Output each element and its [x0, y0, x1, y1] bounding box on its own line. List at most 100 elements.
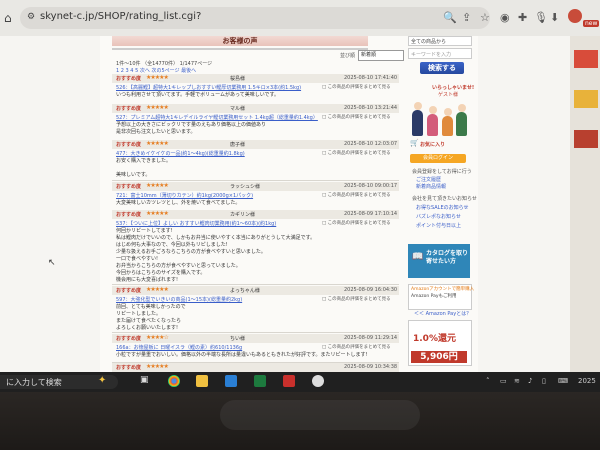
cart-icon[interactable]: 🛒 [410, 139, 419, 147]
extension-icon[interactable]: ✚ [518, 11, 527, 24]
download-icon[interactable]: ⬇ [550, 11, 559, 24]
review-label: おすすめ度 [116, 76, 142, 82]
chevron-up-icon[interactable]: ˄ [486, 377, 490, 385]
see-all-link[interactable]: □ この商品の評価をまとめて見る [322, 296, 391, 302]
login-button[interactable]: 会員ログイン [410, 154, 466, 163]
search-input[interactable]: キーワードを入力 [408, 48, 472, 59]
review-text: お安く購入できました。 [116, 158, 172, 164]
points-rate: 1.0%還元 [413, 334, 456, 344]
search-category-select[interactable]: 全ての商品から [408, 36, 472, 46]
reviewer-name: ラッシュシ様 [230, 184, 261, 190]
mic-icon[interactable]: 🎙 [534, 11, 548, 24]
review-label: おすすめ度 [116, 142, 142, 148]
star-icon[interactable]: ☆ [480, 11, 490, 24]
side-banner-block[interactable] [574, 90, 598, 108]
catalog-banner[interactable]: 📖 カタログを取り寄せたい方 [408, 244, 470, 278]
product-link[interactable]: 597：大強化型でいきいの商品(1～15本)(総重量約2kg) [116, 296, 242, 303]
see-all-link[interactable]: □ この商品の評価をまとめて見る [322, 344, 391, 350]
page-title: お客様の声 [112, 36, 368, 46]
review-header: おすすめ度 ★★★★★ よっちゃん様 2025-08-09 16:04:30 [112, 286, 399, 295]
review-label: おすすめ度 [116, 365, 142, 371]
new-items-link[interactable]: 新着商品情報 [416, 183, 446, 190]
right-margin [478, 36, 570, 372]
taskbar-search-text[interactable]: に入力して検索 [6, 377, 62, 388]
amazon-pay-link[interactable]: ＜＜ Amazon Payとは？ [414, 310, 471, 317]
avatar[interactable] [568, 9, 582, 23]
side-banner-block[interactable] [574, 50, 598, 68]
staff-figure [456, 112, 467, 136]
product-link[interactable]: 537：【ついに上位】よしい おすすい鰹肉切業務用(約1～60本)(約1kg) [116, 220, 276, 227]
welcome-text: いらっしゃいませ! [432, 85, 475, 91]
copilot-icon[interactable]: ✦ [98, 375, 106, 386]
side-banner-block[interactable] [574, 130, 598, 148]
wifi-icon[interactable]: ≋ [514, 377, 520, 385]
sort-select[interactable]: 新着順 [358, 50, 404, 61]
reviewer-name: よっちゃん様 [230, 288, 260, 294]
staff-figure [427, 114, 438, 136]
order-history-link[interactable]: ご注文履歴 [416, 176, 441, 183]
points-banner[interactable]: 1.0%還元 5,906円 [408, 320, 472, 366]
tray-icon[interactable]: ▭ [500, 377, 507, 385]
review-label: おすすめ度 [116, 336, 142, 342]
zoom-icon[interactable]: 🔍 [443, 11, 457, 24]
review-text: 予想以上の大きさにビックリです量のえもあり価格以上の価値あり [116, 122, 267, 128]
excel-icon[interactable] [254, 375, 266, 387]
review-item: おすすめ度 ★★★★★ ラッシュシ様 2025-08-10 09:00:17 7… [112, 182, 399, 211]
see-all-link[interactable]: □ この商品の評価をまとめて見る [322, 150, 391, 156]
catalog-text: カタログを取り寄せたい方 [426, 250, 469, 265]
info-link[interactable]: ポイント付与日以上 [416, 222, 461, 229]
review-text: お弁当からこちらの方が食べやすいと思っていました。 [116, 263, 241, 269]
app-icon[interactable] [312, 375, 324, 387]
product-link[interactable]: 477：大きめイケイケの一品(約1～4kg)(総重量約1.8kg) [116, 150, 245, 157]
app-icon[interactable] [225, 375, 237, 387]
info-link[interactable]: バズレポなお知らせ [416, 213, 461, 220]
review-date: 2025-08-09 11:29:14 [344, 335, 398, 341]
review-text: リピートしました。 [116, 311, 162, 317]
url-text[interactable]: skynet-c.jp/SHOP/rating_list.cgi? [40, 11, 201, 22]
volume-icon[interactable]: ♪ [528, 377, 532, 385]
review-text: また届けて食べたくなったら [116, 318, 182, 324]
cart-link[interactable]: お気に入り [420, 141, 445, 148]
product-link[interactable]: 527：プレミアム超特大1キレデイルライヤ鰹切業務用セット 1.4kg超（総重量… [116, 114, 318, 121]
see-all-link[interactable]: □ この商品の評価をまとめて見る [322, 192, 391, 198]
search-button[interactable]: 検索する [420, 62, 464, 74]
rating-stars: ★★★★★ [146, 182, 169, 189]
product-link[interactable]: 526：【高麗鰹】超特大1キレップしおすすい鰹厚切業務用 1.5キロ×3本(約1… [116, 84, 301, 91]
home-icon[interactable]: ⌂ [4, 11, 12, 25]
review-text: いつも利用させて頂いてます。手軽でボリュームがあって美味しいです。 [116, 92, 280, 98]
review-text: 一口で食べやすい! [116, 256, 159, 262]
chrome-icon[interactable] [168, 375, 180, 387]
review-item: おすすめ度 ★★★★★ マル様 2025-08-10 13:21:44 527：… [112, 104, 399, 142]
share-icon[interactable]: ⇪ [462, 11, 471, 24]
info-link[interactable]: お得なSALEのお知らせ [416, 204, 469, 211]
bezel-reflection [220, 400, 420, 430]
battery-icon[interactable]: ▯ [542, 377, 546, 385]
review-header: おすすめ度 ★★★★★ ラッシュシ様 2025-08-10 09:00:17 [112, 182, 399, 191]
side-banner[interactable] [570, 36, 600, 372]
file-explorer-icon[interactable] [196, 375, 208, 387]
product-link[interactable]: 721：富士10mm（薄切りカテン）約1kg(2000g×1パック) [116, 192, 253, 199]
powerpoint-icon[interactable] [283, 375, 295, 387]
review-header: おすすめ度 ★★★★☆ ちい様 2025-08-09 11:29:14 [112, 334, 399, 343]
see-all-link[interactable]: □ この商品の評価をまとめて見る [322, 114, 391, 120]
amazon-pay-banner[interactable]: Amazonアカウントで簡単購入 Amazon Payもご利用 [408, 284, 474, 310]
pagination[interactable]: 1 2 3 4 5 次へ 次の5ページ 最後へ [116, 67, 196, 74]
badge: new [583, 20, 600, 27]
rating-stars: ★★★★★ [146, 363, 169, 370]
task-view-icon[interactable]: ▣ [140, 375, 152, 387]
review-date: 2025-08-10 09:00:17 [344, 183, 398, 189]
see-all-link[interactable]: □ この商品の評価をまとめて見る [322, 220, 391, 226]
site-info-icon[interactable]: ⚙ [27, 12, 35, 22]
review-text: よろしくお願いいたします! [116, 325, 179, 331]
product-link[interactable]: 166a：お徳屋板に 日曜イスラ（鰹の素）約610/1136g [116, 344, 242, 351]
profile-icon[interactable]: ◉ [500, 11, 510, 24]
review-text: 少量な扱えるお手ごろならこちらの方が食べやすいと思いました。 [116, 249, 266, 255]
clock[interactable]: 2025 [578, 377, 596, 385]
see-all-link[interactable]: □ この商品の評価をまとめて見る [322, 84, 391, 90]
review-text: 私は鰹肉だけでいいので、しかもお弁当に使いやすく本当にありがとうして大満足です。 [116, 235, 316, 241]
review-item: おすすめ度 ★★★★★ よっちゃん様 2025-08-09 16:04:30 5… [112, 286, 399, 333]
rating-stars: ★★★★★ [146, 286, 169, 293]
reviewer-name: 唐子様 [230, 142, 246, 148]
keyboard-icon[interactable]: ⌨ [558, 377, 568, 385]
review-text: 前回、とても美味しかったので [116, 304, 186, 310]
